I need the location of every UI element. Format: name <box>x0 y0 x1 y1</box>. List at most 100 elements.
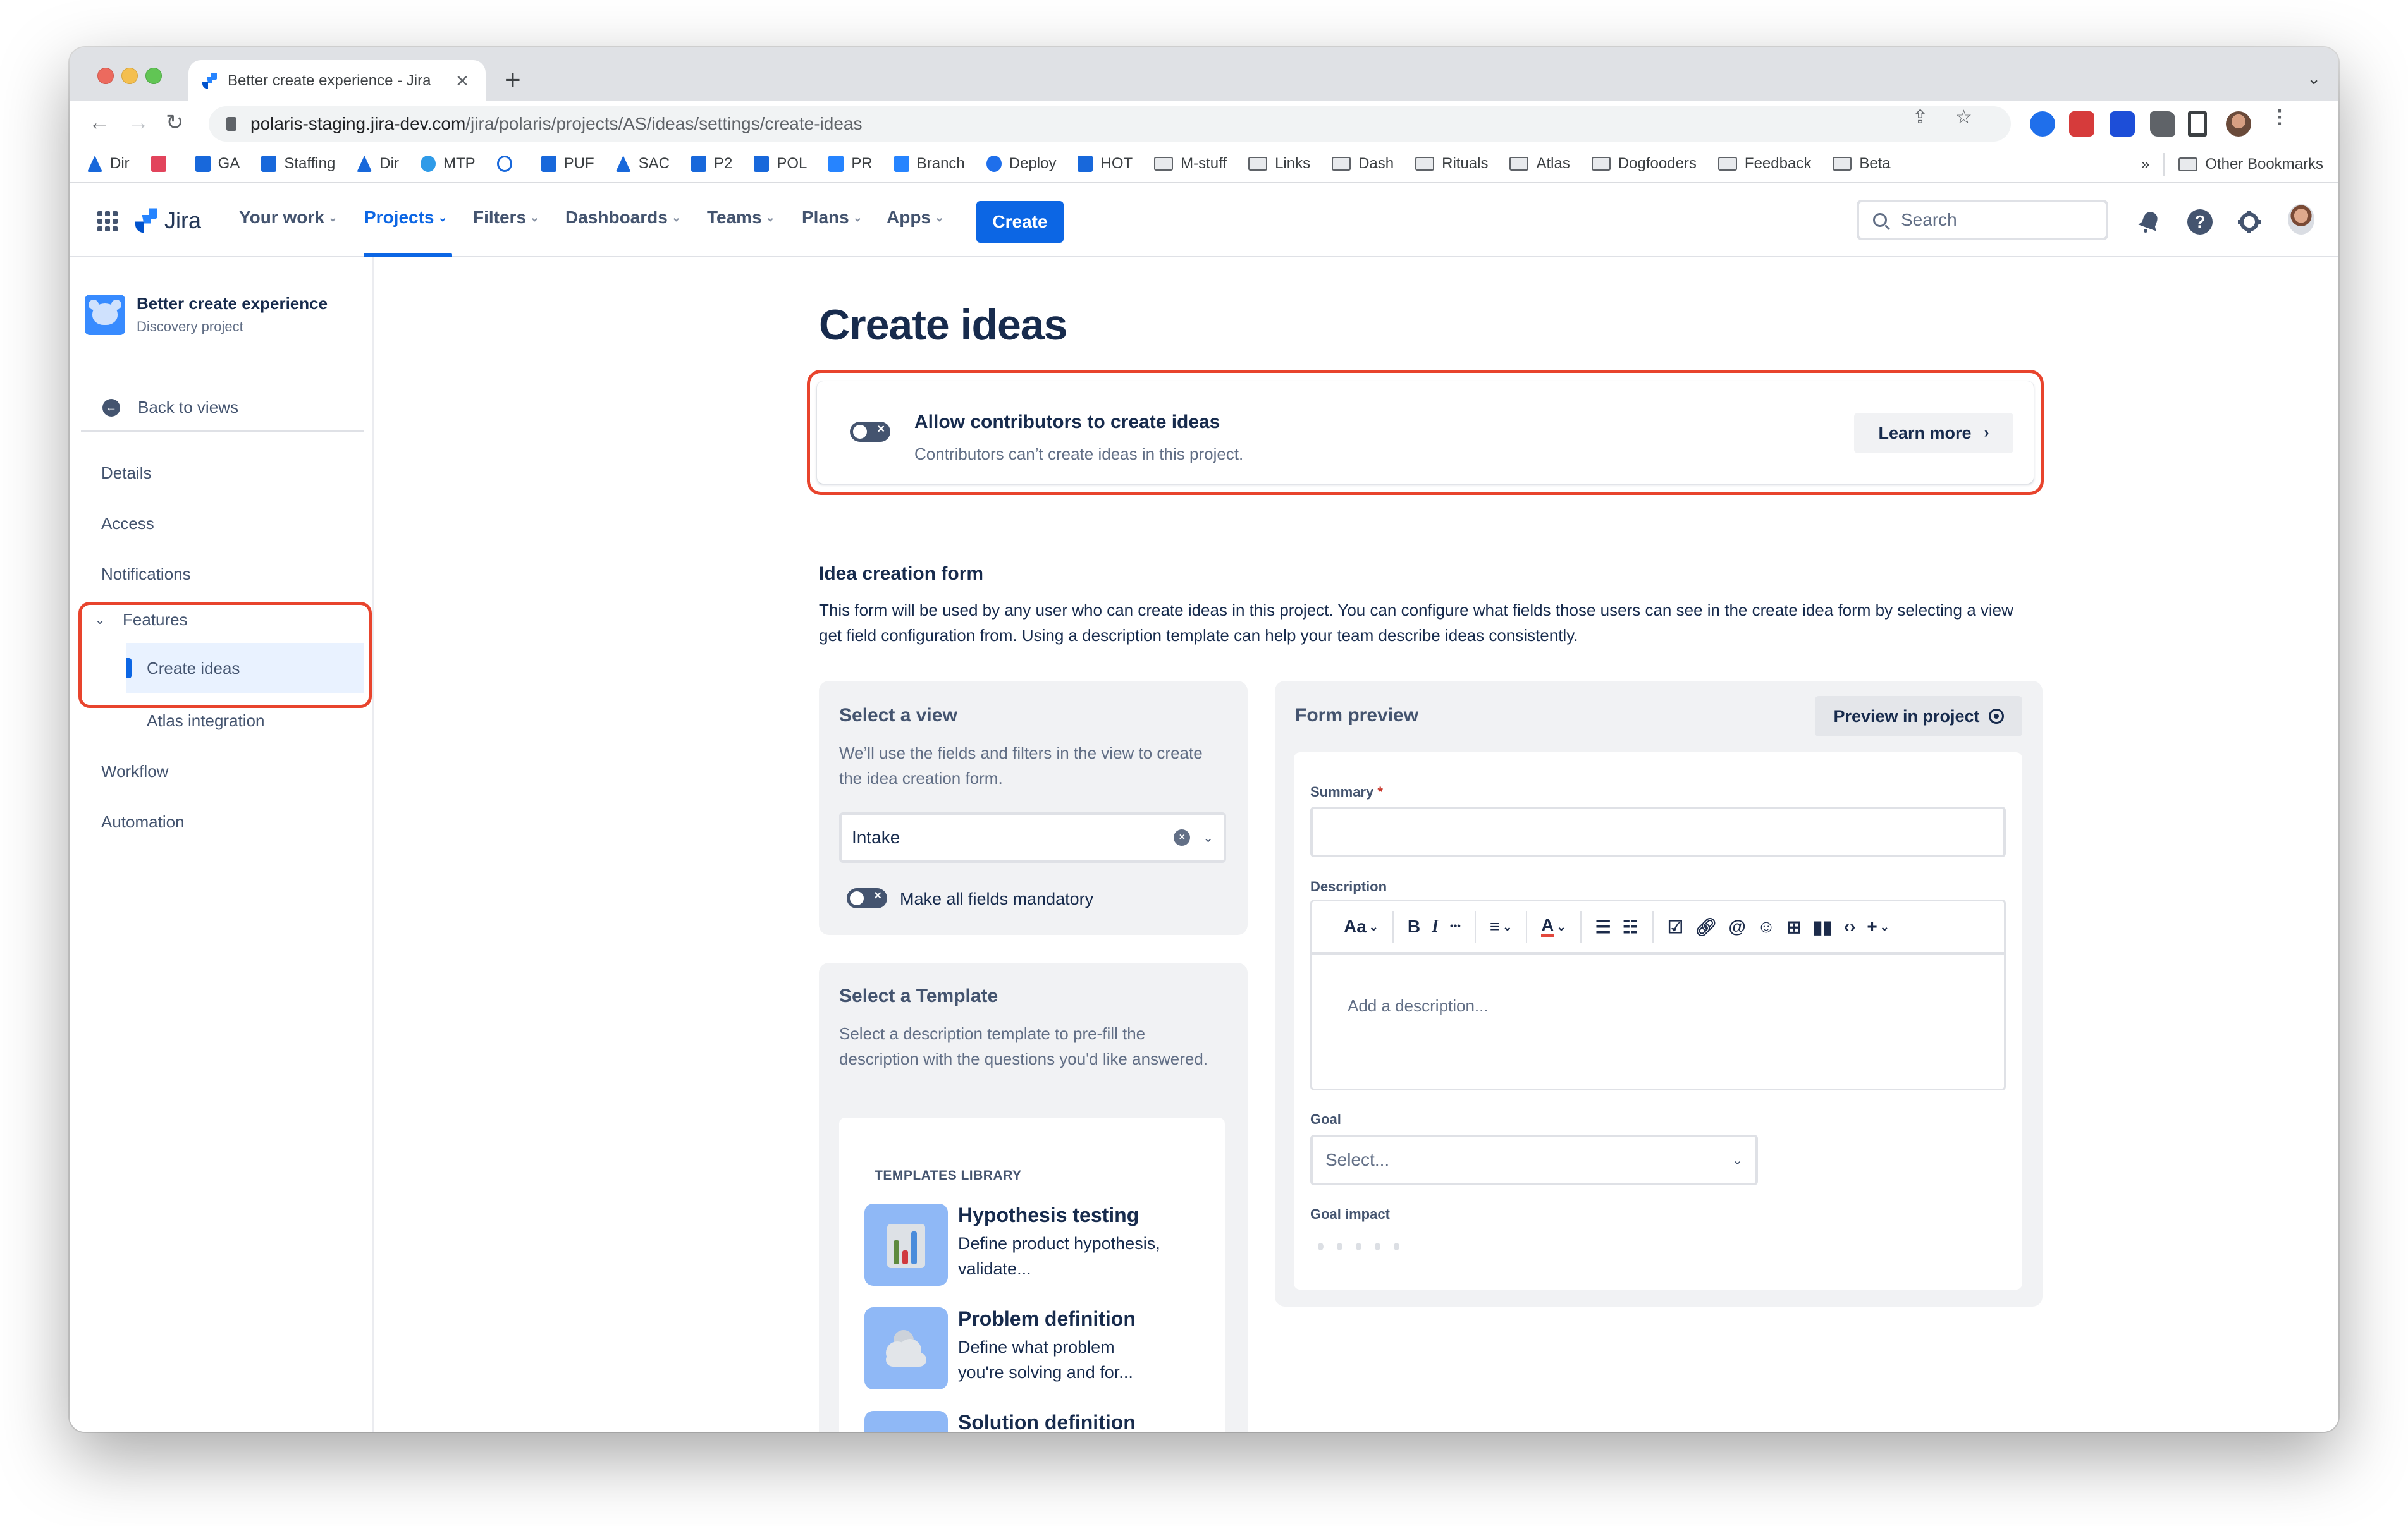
nav-plans[interactable]: Plans ⌄ <box>802 207 863 228</box>
more-formatting-button[interactable]: ••• <box>1450 921 1461 932</box>
sidebar-item-automation[interactable]: Automation <box>101 812 185 832</box>
jira-logo[interactable]: Jira <box>135 207 201 234</box>
goal-impact-rating[interactable] <box>1318 1243 1413 1250</box>
extensions-puzzle-icon[interactable] <box>2150 111 2175 137</box>
extension-jira-red-icon[interactable] <box>2069 111 2094 137</box>
bookmarks-overflow-button[interactable]: » <box>2141 156 2149 173</box>
bookmark-item[interactable]: P2 <box>691 155 732 173</box>
sidebar-item-access[interactable]: Access <box>101 514 154 534</box>
preview-in-project-button[interactable]: Preview in project <box>1815 696 2022 736</box>
rating-dot[interactable] <box>1356 1243 1361 1250</box>
bookmark-star-icon[interactable]: ☆ <box>1955 106 1972 128</box>
extension-p-icon[interactable] <box>2110 111 2135 137</box>
share-icon[interactable]: ⇪ <box>1912 106 1928 128</box>
bookmark-item[interactable]: Atlas <box>1509 155 1570 173</box>
side-panel-icon[interactable] <box>2188 111 2207 137</box>
alignment-button[interactable]: ≡ ⌄ <box>1490 917 1512 937</box>
bookmark-item[interactable]: Links <box>1248 155 1310 173</box>
bookmark-item[interactable]: M-stuff <box>1154 155 1227 173</box>
project-header[interactable]: Better create experience Discovery proje… <box>85 294 328 335</box>
bookmark-item[interactable]: Feedback <box>1717 155 1811 173</box>
bold-button[interactable]: B <box>1408 917 1420 937</box>
help-button[interactable]: ? <box>2187 209 2213 235</box>
profile-avatar[interactable] <box>2226 111 2251 137</box>
action-item-icon[interactable]: ☑ <box>1668 917 1683 937</box>
template-item[interactable]: Solution definition Define potential sol… <box>864 1411 1160 1432</box>
bookmark-item[interactable] <box>150 156 174 172</box>
rating-dot[interactable] <box>1337 1243 1342 1250</box>
bookmark-item[interactable]: Beta <box>1833 155 1891 173</box>
search-input[interactable]: Search <box>1857 200 2108 240</box>
code-icon[interactable]: ‹› <box>1844 917 1856 937</box>
numbered-list-icon[interactable]: ☷ <box>1623 917 1638 937</box>
goal-select[interactable]: Select... ⌄ <box>1310 1135 1758 1185</box>
view-select[interactable]: Intake × ⌄ <box>839 812 1226 863</box>
bookmark-item[interactable]: Staffing <box>261 155 335 173</box>
bookmark-item[interactable]: Branch <box>894 155 965 173</box>
extension-compass-icon[interactable] <box>2030 111 2055 137</box>
app-switcher-icon[interactable] <box>97 211 118 231</box>
notifications-bell-icon[interactable] <box>2136 209 2163 235</box>
nav-apps[interactable]: Apps ⌄ <box>887 207 944 228</box>
nav-teams[interactable]: Teams ⌄ <box>707 207 775 228</box>
bookmark-item[interactable]: PR <box>828 155 873 173</box>
learn-more-button[interactable]: Learn more › <box>1854 413 2013 453</box>
link-icon[interactable]: 🔗︎ <box>1695 917 1717 937</box>
description-editor[interactable]: Aa ⌄ B I ••• ≡ ⌄ A ⌄ ☰ ☷ ☑ 🔗︎ @ ☺ ⊞ ▮▮ ‹… <box>1310 900 2006 1090</box>
text-style-button[interactable]: Aa ⌄ <box>1344 917 1379 937</box>
maximize-window-button[interactable] <box>145 68 162 84</box>
bullet-list-icon[interactable]: ☰ <box>1595 917 1611 937</box>
text-color-button[interactable]: A ⌄ <box>1541 916 1566 937</box>
back-arrow-icon[interactable]: ← <box>89 109 110 137</box>
bookmark-item[interactable]: GA <box>195 155 240 173</box>
insert-more-icon[interactable]: + ⌄ <box>1867 917 1889 937</box>
nav-your-work[interactable]: Your work ⌄ <box>239 207 338 228</box>
sidebar-item-notifications[interactable]: Notifications <box>101 565 191 584</box>
bookmark-item[interactable]: Dash <box>1332 155 1394 173</box>
bookmark-item[interactable]: PUF <box>541 155 594 173</box>
allow-contributors-toggle[interactable]: × <box>850 422 890 442</box>
bookmark-item[interactable]: POL <box>754 155 807 173</box>
bookmark-item[interactable]: HOT <box>1078 155 1133 173</box>
bookmark-item[interactable] <box>496 156 520 172</box>
other-bookmarks[interactable]: Other Bookmarks <box>2205 156 2323 173</box>
sidebar-item-workflow[interactable]: Workflow <box>101 762 168 781</box>
mention-icon[interactable]: @ <box>1728 917 1745 937</box>
template-item[interactable]: Hypothesis testing Define product hypoth… <box>864 1204 1160 1286</box>
rating-dot[interactable] <box>1394 1243 1399 1250</box>
settings-button[interactable] <box>2236 209 2263 235</box>
rating-dot[interactable] <box>1318 1243 1324 1250</box>
chevron-down-icon[interactable]: ⌄ <box>1203 830 1213 846</box>
clear-selection-icon[interactable]: × <box>1174 829 1191 846</box>
create-button[interactable]: Create <box>976 201 1064 243</box>
user-avatar[interactable] <box>2288 204 2314 235</box>
italic-button[interactable]: I <box>1432 917 1439 937</box>
sidebar-item-atlas-integration[interactable]: Atlas integration <box>147 711 264 731</box>
sidebar-item-details[interactable]: Details <box>101 463 151 483</box>
emoji-icon[interactable]: ☺ <box>1757 917 1776 937</box>
bookmark-item[interactable]: Dir <box>87 155 130 173</box>
summary-input[interactable] <box>1310 807 2006 857</box>
bookmark-item[interactable]: Dogfooders <box>1591 155 1697 173</box>
address-bar[interactable]: polaris-staging.jira-dev.com /jira/polar… <box>209 106 2011 142</box>
nav-filters[interactable]: Filters ⌄ <box>473 207 539 228</box>
nav-projects[interactable]: Projects ⌄ <box>364 207 448 228</box>
close-window-button[interactable] <box>97 68 114 84</box>
bookmark-item[interactable]: Rituals <box>1415 155 1488 173</box>
sidebar-item-create-ideas[interactable]: Create ideas <box>126 643 364 693</box>
rating-dot[interactable] <box>1375 1243 1380 1250</box>
layout-columns-icon[interactable]: ▮▮ <box>1813 917 1833 937</box>
nav-dashboards[interactable]: Dashboards ⌄ <box>565 207 681 228</box>
bookmark-item[interactable]: SAC <box>615 155 670 173</box>
bookmark-item[interactable]: Deploy <box>986 155 1056 173</box>
minimize-window-button[interactable] <box>121 68 138 84</box>
reload-icon[interactable]: ↻ <box>166 109 184 137</box>
bookmark-item[interactable]: MTP <box>420 155 476 173</box>
sidebar-item-features[interactable]: ⌄ Features <box>87 610 188 630</box>
template-item[interactable]: Problem definition Define what problem y… <box>864 1307 1160 1389</box>
new-tab-button[interactable]: + <box>505 64 521 97</box>
back-to-views-link[interactable]: ← Back to views <box>102 398 238 417</box>
browser-menu-icon[interactable]: ⋮ <box>2270 106 2289 128</box>
browser-tab-active[interactable]: Better create experience - Jira ✕ <box>188 60 486 102</box>
make-mandatory-toggle[interactable]: × <box>847 888 887 908</box>
